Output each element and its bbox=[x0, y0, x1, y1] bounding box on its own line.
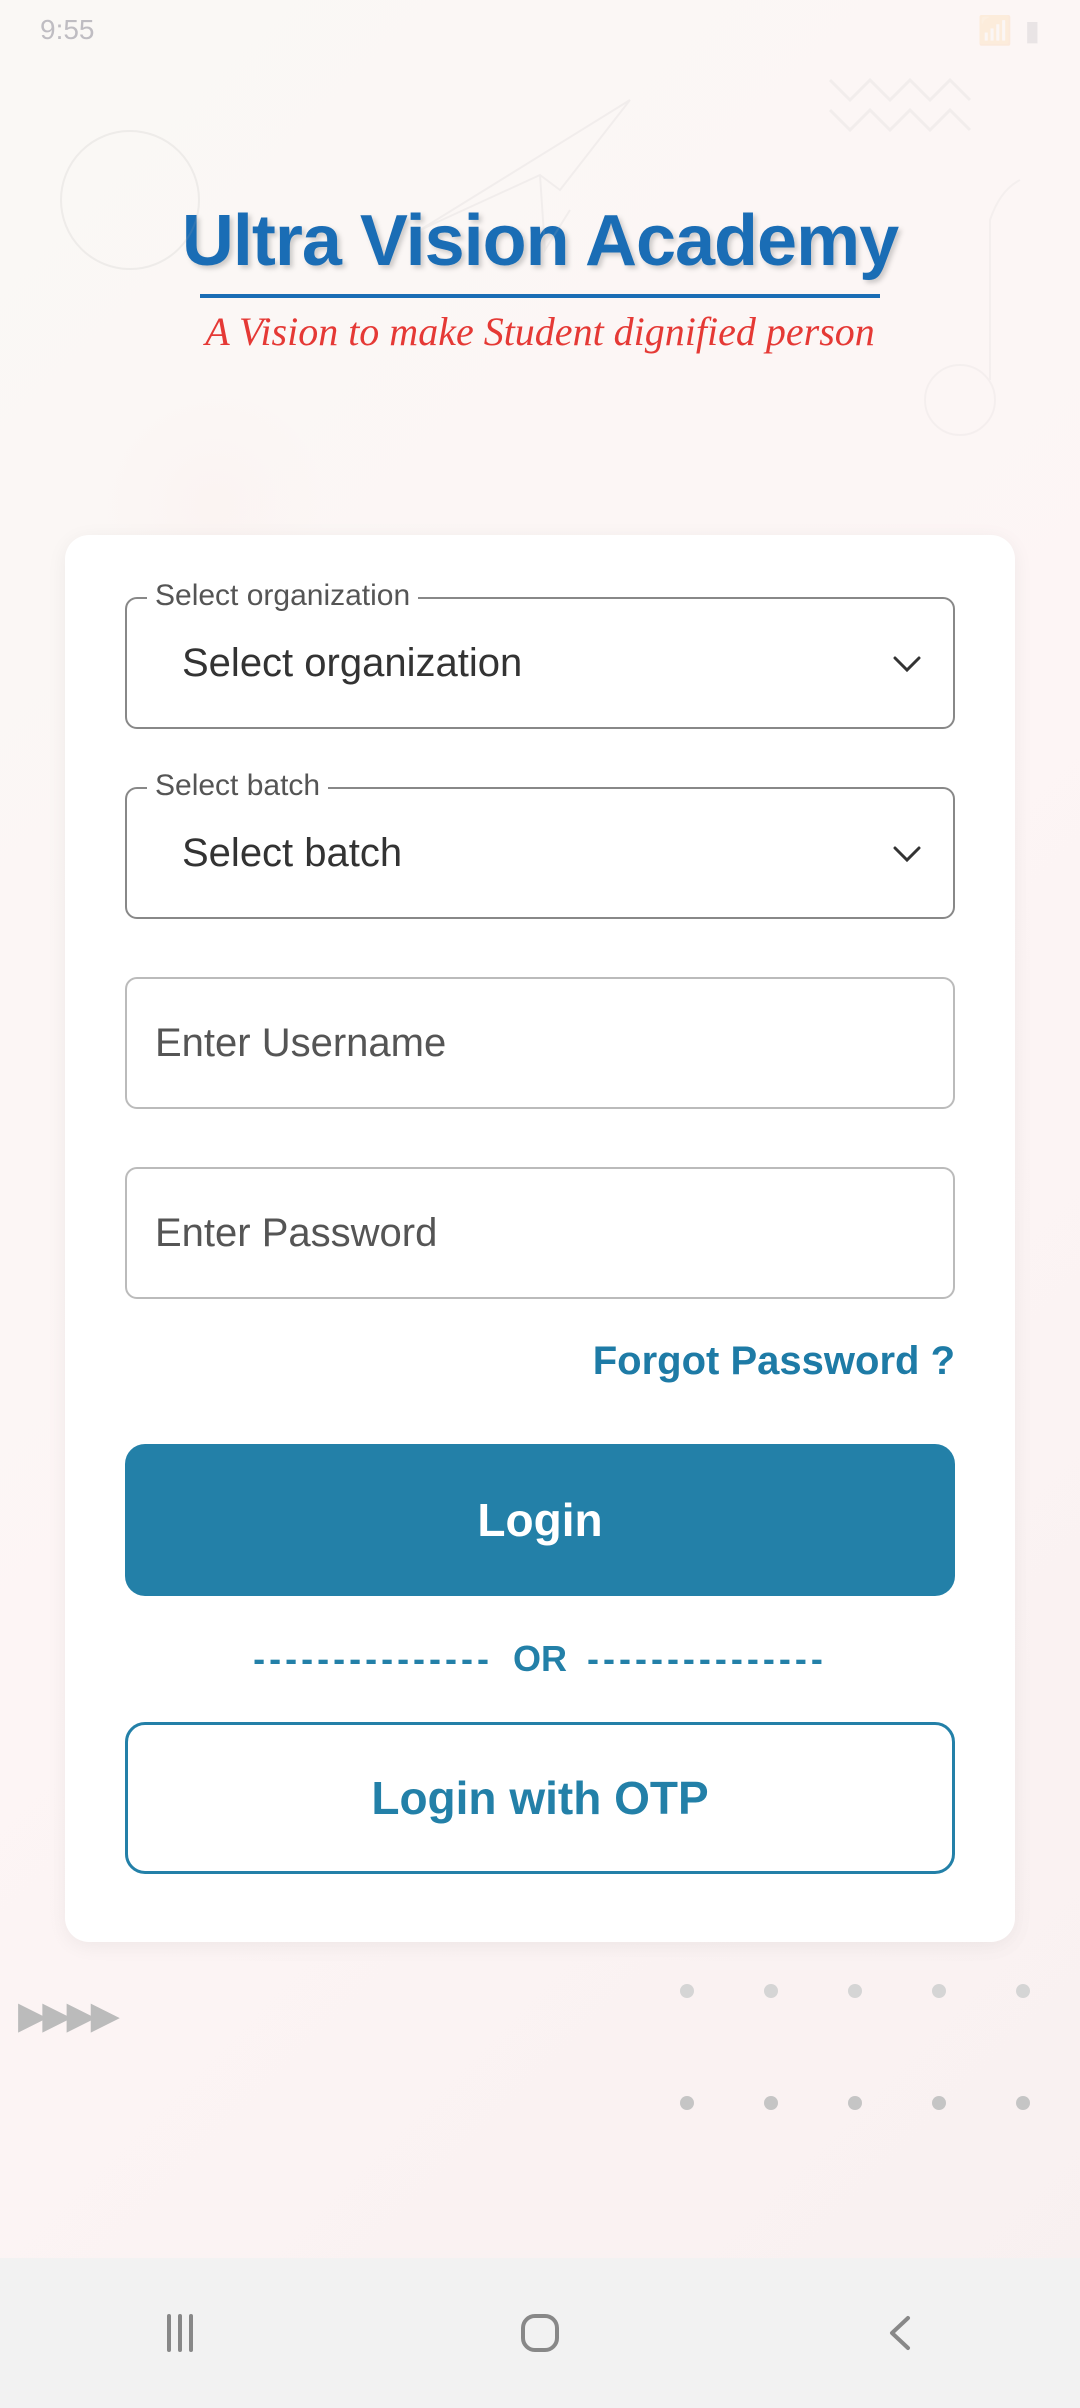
status-icons: 📶 ▮ bbox=[978, 14, 1040, 47]
back-button[interactable] bbox=[870, 2303, 930, 2363]
password-input[interactable] bbox=[125, 1167, 955, 1299]
forgot-password-link[interactable]: Forgot Password ? bbox=[593, 1339, 955, 1383]
organization-label: Select organization bbox=[147, 579, 418, 613]
divider-line-left: --------------- bbox=[253, 1638, 493, 1680]
password-field-group bbox=[125, 1167, 955, 1299]
login-button[interactable]: Login bbox=[125, 1444, 955, 1596]
username-input[interactable] bbox=[125, 977, 955, 1109]
organization-select-text: Select organization bbox=[182, 641, 522, 686]
organization-field-group: Select organization Select organization bbox=[125, 597, 955, 729]
batch-select[interactable]: Select batch bbox=[125, 787, 955, 919]
login-card: Select organization Select organization … bbox=[65, 535, 1015, 1942]
wifi-icon: 📶 bbox=[978, 14, 1013, 47]
divider-line-right: --------------- bbox=[587, 1638, 827, 1680]
status-bar: 9:55 📶 ▮ bbox=[0, 0, 1080, 60]
forgot-password-container: Forgot Password ? bbox=[125, 1339, 955, 1384]
logo-underline bbox=[200, 294, 880, 298]
recents-button[interactable] bbox=[150, 2303, 210, 2363]
divider: --------------- OR --------------- bbox=[125, 1638, 955, 1680]
battery-icon: ▮ bbox=[1025, 14, 1040, 47]
organization-select[interactable]: Select organization bbox=[125, 597, 955, 729]
batch-select-text: Select batch bbox=[182, 831, 402, 876]
chevron-down-icon bbox=[893, 645, 921, 682]
divider-text: OR bbox=[513, 1638, 567, 1680]
batch-field-group: Select batch Select batch bbox=[125, 787, 955, 919]
batch-label: Select batch bbox=[147, 769, 328, 803]
android-nav-bar bbox=[0, 2258, 1080, 2408]
chevron-down-icon bbox=[893, 835, 921, 872]
username-field-group bbox=[125, 977, 955, 1109]
login-otp-button[interactable]: Login with OTP bbox=[125, 1722, 955, 1874]
status-time: 9:55 bbox=[40, 14, 95, 46]
home-button[interactable] bbox=[510, 2303, 570, 2363]
